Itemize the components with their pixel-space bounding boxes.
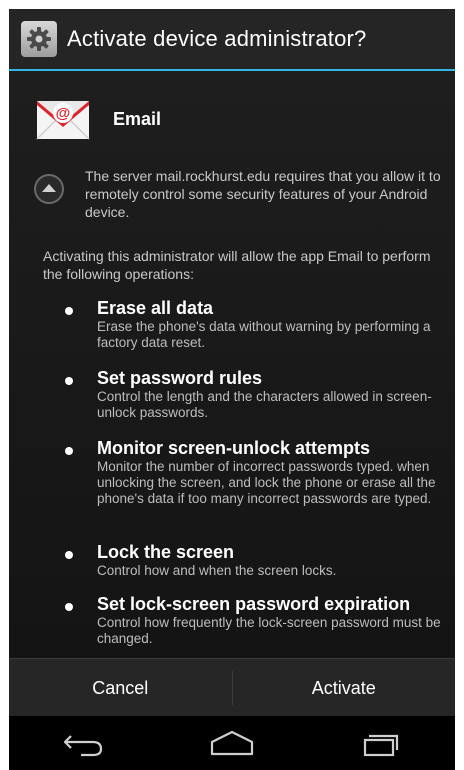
cancel-button[interactable]: Cancel: [9, 659, 232, 717]
svg-text:@: @: [56, 105, 71, 122]
policy-title: Lock the screen: [97, 542, 235, 562]
policy-description: Control the length and the characters al…: [97, 389, 432, 420]
policy-description: Control how and when the screen locks.: [97, 563, 337, 578]
policy-item-erase-data: Erase all data Erase the phone's data wi…: [65, 297, 447, 351]
bullet-icon: [65, 447, 73, 455]
policy-item-password-expiration: Set lock-screen password expiration Cont…: [65, 593, 447, 647]
policy-item-lock-screen: Lock the screen Control how and when the…: [65, 541, 447, 579]
policy-item-password-rules: Set password rules Control the length an…: [65, 367, 447, 421]
navigation-bar: [9, 716, 455, 770]
server-notice-text: The server mail.rockhurst.edu requires t…: [85, 168, 441, 220]
policy-title: Erase all data: [97, 298, 214, 318]
back-icon[interactable]: [57, 728, 109, 758]
policy-title: Set lock-screen password expiration: [97, 594, 411, 614]
email-envelope-icon: @: [36, 101, 90, 140]
recent-apps-icon[interactable]: [355, 728, 407, 758]
activate-button[interactable]: Activate: [233, 659, 456, 717]
policy-description: Control how frequently the lock-screen p…: [97, 615, 441, 646]
server-notice-row: The server mail.rockhurst.edu requires t…: [33, 167, 445, 221]
home-icon[interactable]: [206, 728, 258, 758]
policy-title: Set password rules: [97, 368, 263, 388]
bullet-icon: [65, 603, 73, 611]
dialog-title: Activate device administrator?: [67, 26, 367, 51]
device-screen: Activate device administrator? @ Email T…: [9, 9, 455, 770]
settings-gear-icon: [21, 21, 57, 57]
operations-intro: Activating this administrator will allow…: [43, 248, 431, 282]
dialog-content[interactable]: @ Email The server mail.rockhurst.edu re…: [9, 71, 455, 658]
bullet-icon: [65, 551, 73, 559]
policy-title: Monitor screen-unlock attempts: [97, 438, 371, 458]
policy-item-monitor-unlock: Monitor screen-unlock attempts Monitor t…: [65, 437, 447, 507]
policy-description: Monitor the number of incorrect password…: [97, 459, 436, 506]
bullet-icon: [65, 377, 73, 385]
collapse-arrow-icon[interactable]: [33, 173, 65, 205]
bullet-icon: [65, 307, 73, 315]
dialog-title-bar: Activate device administrator?: [9, 9, 455, 69]
app-info-row: @ Email: [35, 95, 161, 143]
app-name: Email: [113, 108, 162, 129]
policy-description: Erase the phone's data without warning b…: [97, 319, 431, 350]
dialog-button-bar: Cancel Activate: [9, 658, 455, 717]
